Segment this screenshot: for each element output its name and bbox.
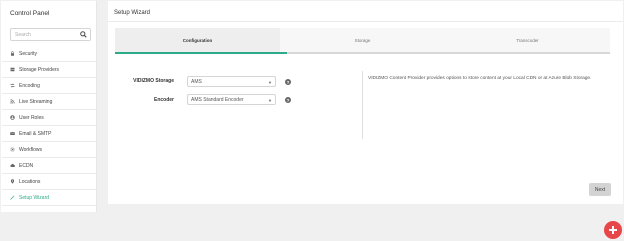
help-icon[interactable]: ?	[285, 97, 291, 103]
encoder-label: Encoder	[153, 97, 174, 103]
search-box	[10, 28, 91, 41]
sidebar-item-locations[interactable]: Locations	[2, 174, 97, 190]
sidebar-item-label: Workflows	[19, 146, 42, 153]
step-storage[interactable]: Storage	[280, 28, 445, 53]
sidebar-item-label: ECDN	[19, 162, 34, 169]
step-progress-fill	[115, 52, 287, 54]
storage-select-value: AMS	[191, 78, 202, 85]
sidebar-item-label: Setup Wizard	[19, 194, 50, 201]
cloud-icon	[10, 163, 15, 167]
plus-icon	[609, 226, 617, 234]
user-icon	[10, 115, 15, 120]
sidebar-item-encoding[interactable]: Encoding	[2, 78, 97, 94]
sidebar-item-label: Encoding	[19, 82, 40, 89]
search-button[interactable]	[77, 29, 90, 40]
header-divider	[108, 21, 623, 22]
setup-wizard-panel: Setup Wizard Configuration Storage Trans…	[108, 1, 623, 204]
sidebar-item-user-roles[interactable]: User Roles	[2, 110, 97, 126]
step-configuration[interactable]: Configuration	[115, 28, 280, 53]
sidebar-item-workflows[interactable]: Workflows	[2, 142, 97, 158]
next-button[interactable]: Next	[589, 183, 611, 196]
map-marker-icon	[10, 179, 15, 184]
sidebar-item-label: Email & SMTP	[19, 130, 52, 137]
sidebar-nav: Security Storage Providers Encoding Live…	[2, 46, 97, 206]
chevron-down-icon: ▼	[268, 80, 272, 85]
step-transcoder[interactable]: Transcoder	[445, 28, 610, 53]
add-fab-button[interactable]	[604, 221, 622, 239]
encoding-icon	[10, 83, 15, 88]
storage-select[interactable]: AMS ▼	[187, 76, 276, 87]
sidebar-item-storage-providers[interactable]: Storage Providers	[2, 62, 97, 78]
sidebar-item-live-streaming[interactable]: Live Streaming	[2, 94, 97, 110]
chevron-down-icon: ▼	[268, 98, 272, 103]
magic-wand-icon	[10, 195, 15, 200]
sidebar-item-label: Security	[19, 50, 38, 57]
rss-icon	[10, 99, 15, 104]
sidebar-item-email-smtp[interactable]: Email & SMTP	[2, 126, 97, 142]
section-divider	[362, 71, 363, 139]
sidebar-item-label: Storage Providers	[19, 66, 60, 73]
control-panel-sidebar: Control Panel Security Storage Providers…	[1, 1, 97, 212]
sidebar-item-setup-wizard[interactable]: Setup Wizard	[2, 190, 97, 206]
envelope-icon	[10, 131, 15, 135]
info-text: VIDIZMO Content Provider provides option…	[368, 76, 592, 81]
search-input[interactable]	[11, 29, 79, 40]
storage-label: VIDIZMO Storage	[133, 78, 174, 84]
sidebar-item-label: Live Streaming	[19, 98, 53, 105]
sidebar-item-label: Locations	[19, 178, 41, 185]
wizard-stepper: Configuration Storage Transcoder	[115, 28, 610, 53]
gear-icon	[10, 147, 15, 152]
sidebar-item-label: User Roles	[19, 114, 44, 121]
sidebar-item-ecdn[interactable]: ECDN	[2, 158, 97, 174]
encoder-select-value: AMS Standard Encoder	[191, 96, 244, 103]
sidebar-item-security[interactable]: Security	[2, 46, 97, 62]
lock-icon	[11, 51, 14, 56]
search-icon	[80, 31, 87, 38]
page-title: Setup Wizard	[114, 10, 151, 16]
storage-icon	[10, 67, 15, 72]
encoder-select[interactable]: AMS Standard Encoder ▼	[187, 94, 276, 105]
sidebar-title: Control Panel	[10, 10, 50, 17]
help-icon[interactable]: ?	[285, 79, 291, 85]
